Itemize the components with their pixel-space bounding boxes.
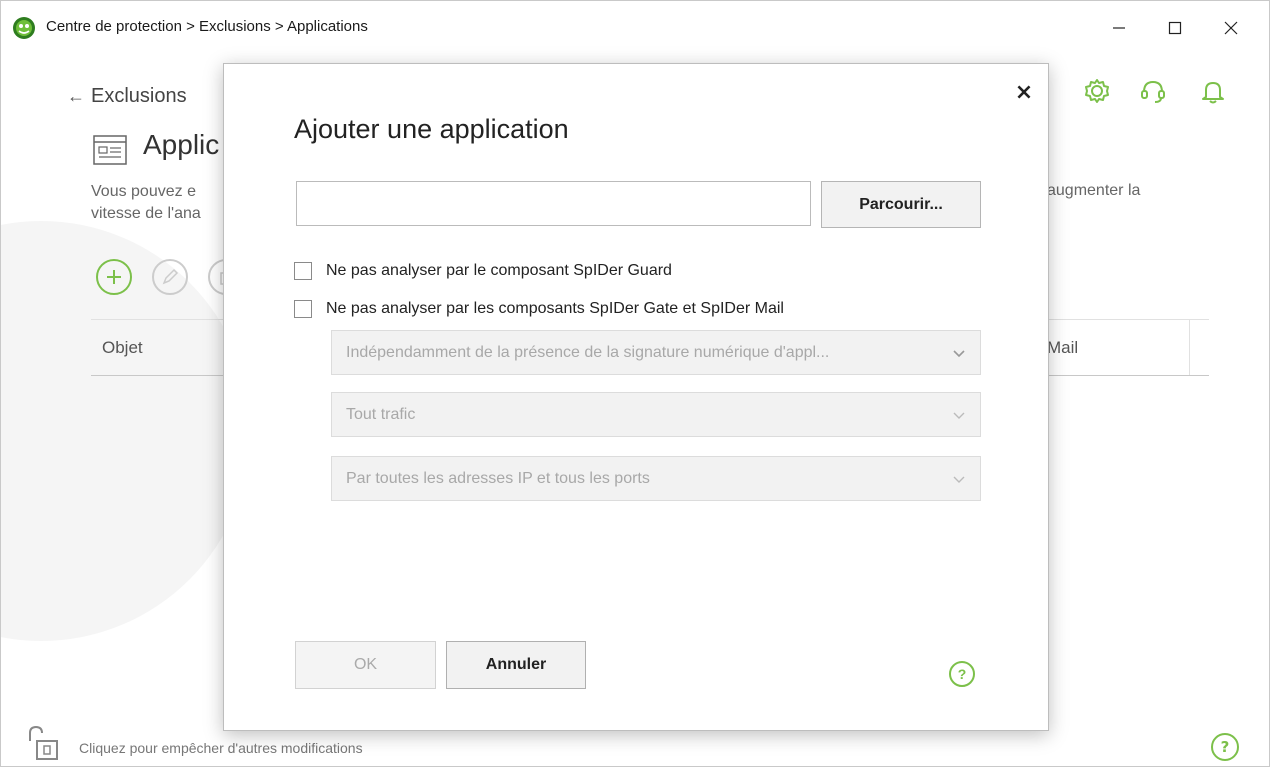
- support-headset-icon[interactable]: [1139, 77, 1167, 105]
- window-close-button[interactable]: [1209, 11, 1253, 45]
- page-description-continued: augmenter la: [1047, 182, 1141, 199]
- add-application-dialog: × Ajouter une application Parcourir... N…: [223, 63, 1049, 731]
- signature-select-value: Indépendamment de la présence de la sign…: [346, 343, 830, 361]
- unlocked-padlock-icon[interactable]: [27, 725, 63, 761]
- cancel-button[interactable]: Annuler: [446, 641, 586, 689]
- lock-settings-hint[interactable]: Cliquez pour empêcher d'autres modificat…: [79, 740, 363, 756]
- bell-icon[interactable]: [1199, 77, 1227, 105]
- application-path-input[interactable]: [296, 181, 811, 226]
- back-arrow-icon: ←: [67, 86, 85, 106]
- browse-button[interactable]: Parcourir...: [821, 181, 981, 228]
- help-icon[interactable]: ?: [1211, 733, 1239, 761]
- traffic-select-value: Tout trafic: [346, 405, 416, 423]
- addresses-select-value: Par toutes les adresses IP et tous les p…: [346, 469, 650, 487]
- column-separator: [1189, 319, 1190, 375]
- checkbox-spider-guard-label: Ne pas analyser par le composant SpIDer …: [326, 262, 672, 279]
- add-button[interactable]: [96, 259, 132, 295]
- app-window: Centre de protection > Exclusions > Appl…: [0, 0, 1270, 767]
- applications-page-icon: [93, 135, 127, 165]
- minimize-button[interactable]: [1097, 11, 1141, 45]
- signature-select[interactable]: Indépendamment de la présence de la sign…: [331, 330, 981, 375]
- traffic-select[interactable]: Tout trafic: [331, 392, 981, 437]
- chevron-down-icon: [953, 476, 965, 483]
- dialog-title: Ajouter une application: [294, 114, 569, 144]
- close-icon: [1224, 21, 1238, 35]
- dr-web-logo-icon: [13, 17, 35, 39]
- chevron-down-icon: [953, 349, 965, 357]
- minimize-icon: [1113, 27, 1125, 29]
- edit-button[interactable]: [152, 259, 188, 295]
- checkbox-spider-gate-mail[interactable]: [294, 300, 312, 318]
- addresses-select[interactable]: Par toutes les adresses IP et tous les p…: [331, 456, 981, 501]
- back-link-label: Exclusions: [91, 85, 187, 107]
- gear-icon[interactable]: [1083, 77, 1111, 105]
- column-header-mail[interactable]: Mail: [1047, 338, 1078, 358]
- pencil-icon: [162, 268, 179, 285]
- checkbox-spider-gate-mail-row[interactable]: Ne pas analyser par les composants SpIDe…: [294, 300, 784, 318]
- title-bar: Centre de protection > Exclusions > Appl…: [1, 1, 1269, 57]
- plus-icon: [107, 270, 121, 284]
- maximize-button[interactable]: [1153, 11, 1197, 45]
- back-link-exclusions[interactable]: ← Exclusions: [67, 85, 187, 108]
- checkbox-spider-gate-mail-label: Ne pas analyser par les composants SpIDe…: [326, 300, 784, 317]
- checkbox-spider-guard-row[interactable]: Ne pas analyser par le composant SpIDer …: [294, 262, 672, 280]
- ok-button[interactable]: OK: [295, 641, 436, 689]
- window-title: Centre de protection > Exclusions > Appl…: [46, 18, 368, 35]
- maximize-icon: [1168, 21, 1182, 35]
- help-icon[interactable]: ?: [949, 661, 975, 687]
- checkbox-spider-guard[interactable]: [294, 262, 312, 280]
- chevron-down-icon: [953, 412, 965, 419]
- dialog-close-button[interactable]: ×: [1012, 80, 1036, 105]
- page-title: Applic: [143, 129, 220, 160]
- column-header-object[interactable]: Objet: [102, 338, 143, 358]
